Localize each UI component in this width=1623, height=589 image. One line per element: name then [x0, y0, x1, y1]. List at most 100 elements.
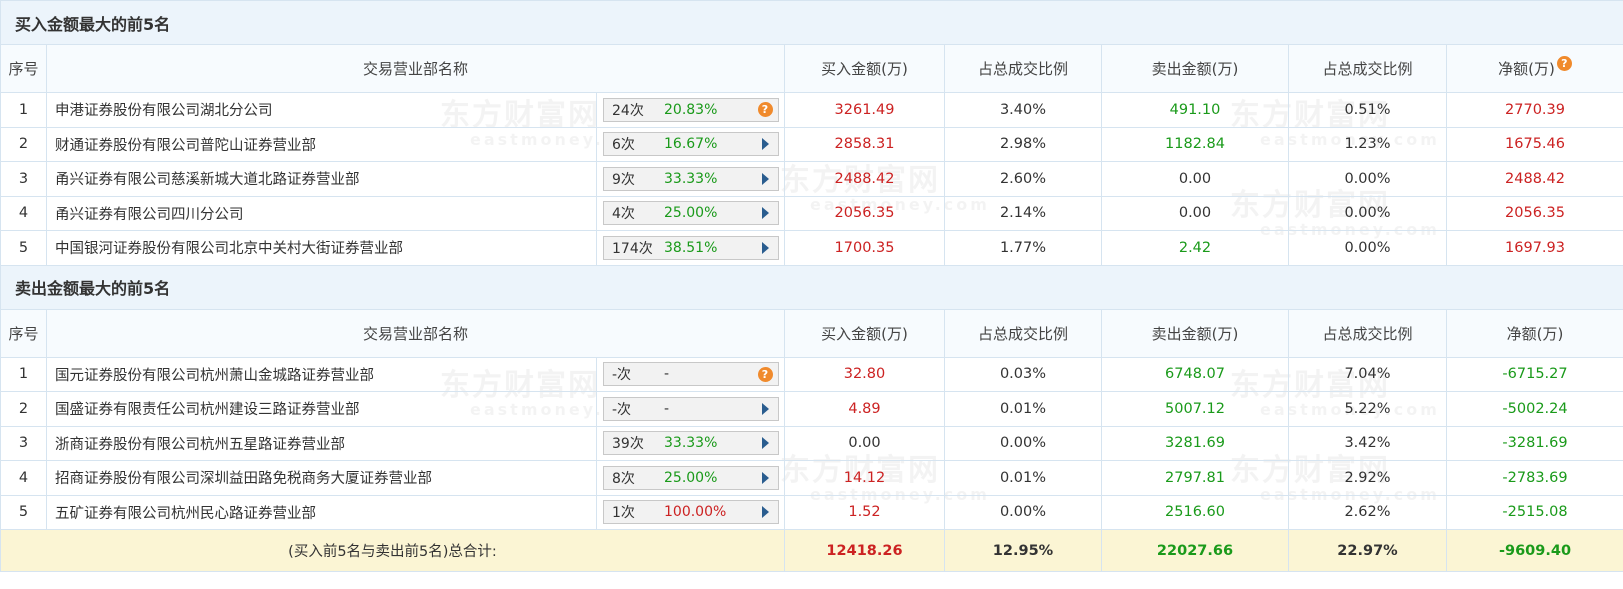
total-label: (买入前5名与卖出前5名)总合计:	[0, 529, 785, 572]
col-buy-amount: 买入金额(万)	[784, 308, 945, 358]
play-arrow-icon[interactable]	[761, 241, 769, 254]
buy-ratio: 0.01%	[944, 391, 1102, 427]
table-row: 4 招商证券股份有限公司深圳益田路免税商务大厦证券营业部 8次 25.00% 14…	[0, 460, 1623, 496]
row-index: 4	[0, 460, 47, 496]
branch-stats-button[interactable]: 9次 33.33%	[603, 166, 779, 191]
buy-amount: 1.52	[784, 494, 945, 530]
net-amount: 2056.35	[1445, 195, 1623, 231]
branch-name: 甬兴证券有限公司慈溪新城大道北路证券营业部	[46, 161, 597, 197]
buy-ratio: 2.98%	[944, 126, 1102, 162]
branch-stats-button[interactable]: 174次 38.51%	[603, 235, 779, 260]
sell-amount: 3281.69	[1101, 425, 1289, 461]
buy-ratio: 3.40%	[944, 92, 1102, 128]
branch-name: 中国银河证券股份有限公司北京中关村大街证券营业部	[46, 230, 597, 266]
col-sell-amount: 卖出金额(万)	[1101, 308, 1289, 358]
branch-stats-button[interactable]: 39次 33.33%	[603, 431, 779, 456]
play-arrow-icon[interactable]	[761, 506, 769, 519]
branch-name: 国盛证券有限责任公司杭州建设三路证券营业部	[46, 391, 597, 427]
sell-amount: 0.00	[1101, 161, 1289, 197]
col-sell-ratio: 占总成交比例	[1288, 44, 1447, 93]
branch-stats-button[interactable]: 4次 25.00%	[603, 201, 779, 226]
net-amount: -2783.69	[1445, 460, 1623, 496]
sell-ratio: 2.92%	[1288, 460, 1447, 496]
buy-ratio: 0.00%	[944, 425, 1102, 461]
col-net-amount: 净额(万)	[1445, 308, 1623, 358]
play-arrow-icon[interactable]	[761, 471, 769, 484]
branch-name: 甬兴证券有限公司四川分公司	[46, 195, 597, 231]
row-index: 5	[0, 230, 47, 266]
table-row: 1 国元证券股份有限公司杭州萧山金城路证券营业部 -次 -? 32.80 0.03…	[0, 356, 1623, 392]
buy-ratio: 2.60%	[944, 161, 1102, 197]
buy-ratio: 2.14%	[944, 195, 1102, 231]
table-row: 3 浙商证券股份有限公司杭州五星路证券营业部 39次 33.33% 0.00 0.…	[0, 425, 1623, 461]
row-index: 1	[0, 92, 47, 128]
branch-stats-button[interactable]: -次 -?	[603, 362, 779, 387]
table-header: 序号 交易营业部名称 买入金额(万) 占总成交比例 卖出金额(万) 占总成交比例…	[0, 44, 1623, 93]
sell-ratio: 7.04%	[1288, 356, 1447, 392]
sell-ratio: 3.42%	[1288, 425, 1447, 461]
total-sell-amount: 22027.66	[1101, 529, 1289, 572]
table-row: 3 甬兴证券有限公司慈溪新城大道北路证券营业部 9次 33.33% 2488.42…	[0, 161, 1623, 197]
buy-amount: 2056.35	[784, 195, 945, 231]
net-amount: 1697.93	[1445, 230, 1623, 266]
net-amount: 1675.46	[1445, 126, 1623, 162]
col-index: 序号	[0, 44, 47, 93]
sell-amount: 2797.81	[1101, 460, 1289, 496]
sell-ratio: 0.00%	[1288, 230, 1447, 266]
sell-amount: 6748.07	[1101, 356, 1289, 392]
buy-amount: 32.80	[784, 356, 945, 392]
buy-top-section: 买入金额最大的前5名 序号 交易营业部名称 买入金额(万) 占总成交比例 卖出金…	[0, 0, 1623, 266]
col-index: 序号	[0, 308, 47, 358]
sell-ratio: 0.51%	[1288, 92, 1447, 128]
row-index: 2	[0, 126, 47, 162]
help-icon[interactable]: ?	[1556, 56, 1572, 71]
branch-name: 五矿证券有限公司杭州民心路证券营业部	[46, 494, 597, 530]
col-branch-name: 交易营业部名称	[46, 44, 785, 93]
buy-amount: 2488.42	[784, 161, 945, 197]
row-index: 3	[0, 425, 47, 461]
play-arrow-icon[interactable]	[761, 172, 769, 185]
sell-ratio: 5.22%	[1288, 391, 1447, 427]
col-buy-amount: 买入金额(万)	[784, 44, 945, 93]
table-row: 5 五矿证券有限公司杭州民心路证券营业部 1次 100.00% 1.52 0.00…	[0, 494, 1623, 530]
section-title: 卖出金额最大的前5名	[0, 264, 1623, 310]
sell-ratio: 1.23%	[1288, 126, 1447, 162]
table-row: 5 中国银河证券股份有限公司北京中关村大街证券营业部 174次 38.51% 17…	[0, 230, 1623, 266]
buy-amount: 14.12	[784, 460, 945, 496]
branch-stats-button[interactable]: 1次 100.00%	[603, 500, 779, 525]
sell-amount: 0.00	[1101, 195, 1289, 231]
table-row: 4 甬兴证券有限公司四川分公司 4次 25.00% 2056.35 2.14% 0…	[0, 195, 1623, 231]
net-amount: -2515.08	[1445, 494, 1623, 530]
net-amount: 2770.39	[1445, 92, 1623, 128]
play-arrow-icon[interactable]	[761, 138, 769, 151]
play-arrow-icon[interactable]	[761, 402, 769, 415]
section-title: 买入金额最大的前5名	[0, 0, 1623, 45]
sell-ratio: 0.00%	[1288, 195, 1447, 231]
net-amount: -6715.27	[1445, 356, 1623, 392]
table-header: 序号 交易营业部名称 买入金额(万) 占总成交比例 卖出金额(万) 占总成交比例…	[0, 308, 1623, 358]
play-arrow-icon[interactable]	[761, 207, 769, 220]
branch-stats-button[interactable]: 8次 25.00%	[603, 465, 779, 490]
sell-top-section: 卖出金额最大的前5名 序号 交易营业部名称 买入金额(万) 占总成交比例 卖出金…	[0, 264, 1623, 530]
total-section: (买入前5名与卖出前5名)总合计: 12418.26 12.95% 22027.…	[0, 529, 1623, 572]
total-net-amount: -9609.40	[1445, 529, 1623, 572]
buy-ratio: 0.01%	[944, 460, 1102, 496]
help-icon[interactable]: ?	[757, 102, 773, 118]
table-row: 2 财通证券股份有限公司普陀山证券营业部 6次 16.67% 2858.31 2.…	[0, 126, 1623, 162]
help-icon[interactable]: ?	[757, 366, 773, 382]
col-branch-name: 交易营业部名称	[46, 308, 785, 358]
sell-amount: 1182.84	[1101, 126, 1289, 162]
branch-stats-button[interactable]: -次 -	[603, 396, 779, 421]
row-index: 1	[0, 356, 47, 392]
buy-ratio: 0.03%	[944, 356, 1102, 392]
row-index: 4	[0, 195, 47, 231]
buy-ratio: 0.00%	[944, 494, 1102, 530]
branch-stats-button[interactable]: 6次 16.67%	[603, 132, 779, 157]
play-arrow-icon[interactable]	[761, 437, 769, 450]
sell-amount: 491.10	[1101, 92, 1289, 128]
branch-name: 浙商证券股份有限公司杭州五星路证券营业部	[46, 425, 597, 461]
table-row: 1 申港证券股份有限公司湖北分公司 24次 20.83%? 3261.49 3.4…	[0, 92, 1623, 128]
branch-stats-button[interactable]: 24次 20.83%?	[603, 97, 779, 122]
total-row: (买入前5名与卖出前5名)总合计: 12418.26 12.95% 22027.…	[0, 529, 1623, 572]
buy-amount: 4.89	[784, 391, 945, 427]
